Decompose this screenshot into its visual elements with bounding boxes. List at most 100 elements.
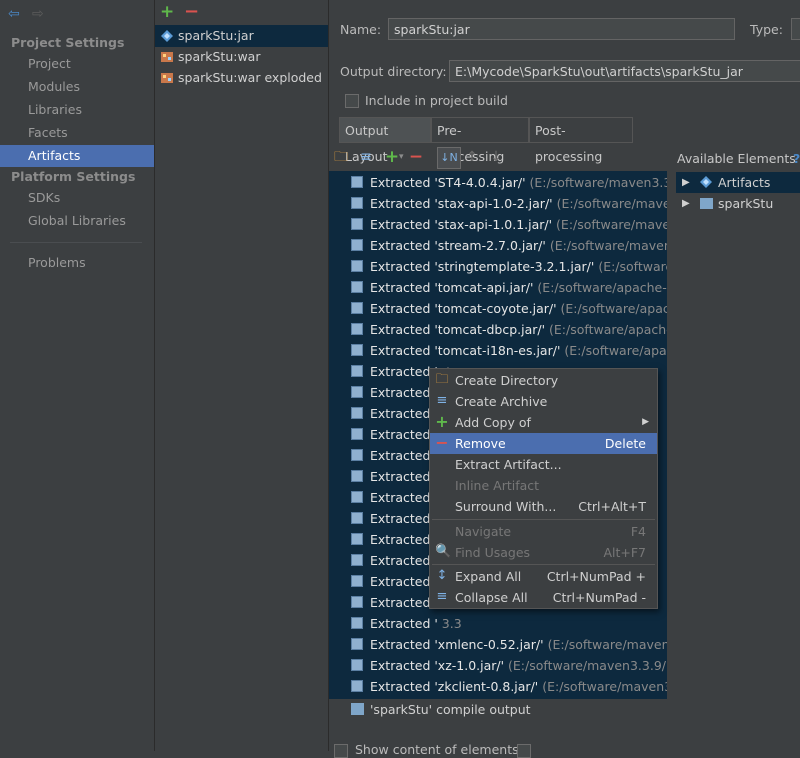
menu-shortcut: F4 — [630, 524, 646, 539]
sidebar-item-problems[interactable]: Problems — [0, 252, 154, 274]
name-field[interactable]: sparkStu:jar — [388, 18, 735, 40]
tree-row-name: Extracted 'ST4-4.0.4.jar/' — [370, 175, 526, 190]
artifact-item-war-exploded[interactable]: sparkStu:war exploded — [155, 67, 328, 89]
sidebar-item-facets[interactable]: Facets — [0, 122, 154, 144]
artifact-label: sparkStu:jar — [178, 28, 254, 43]
extracted-jar-icon — [351, 218, 363, 230]
artifact-item-jar[interactable]: sparkStu:jar — [155, 25, 328, 47]
type-select[interactable] — [791, 18, 800, 40]
sort-elements-icon[interactable]: ↓𝖭 — [437, 147, 461, 169]
back-arrow-icon[interactable]: ⇦ — [8, 6, 20, 22]
include-in-build-checkbox[interactable] — [345, 94, 359, 108]
extracted-jar-icon — [351, 197, 363, 209]
tab-pre-processing[interactable]: Pre-processing — [431, 117, 529, 164]
tree-row-extracted[interactable]: Extracted 'xmlenc-0.52.jar/' (E:/softwar… — [329, 634, 676, 655]
menu-create-directory[interactable]: 🗀 Create Directory — [430, 370, 657, 391]
sidebar-item-modules[interactable]: Modules — [0, 76, 154, 98]
sidebar-item-libraries[interactable]: Libraries — [0, 99, 154, 121]
tree-row-compile-output[interactable]: 'sparkStu' compile output — [329, 699, 676, 720]
tree-row-extracted[interactable]: Extracted 'stax-api-1.0.1.jar/' (E:/soft… — [329, 214, 676, 235]
menu-expand-all[interactable]: ↕ Expand All Ctrl+NumPad + — [430, 566, 657, 587]
add-icon: + — [435, 412, 449, 431]
tree-row-path: (E:/software/apache-to — [560, 301, 676, 316]
sidebar-item-project[interactable]: Project — [0, 53, 154, 75]
output-directory-label: Output directory: — [340, 64, 447, 79]
menu-extract-artifact[interactable]: Extract Artifact... — [430, 454, 657, 475]
name-label: Name: — [340, 22, 382, 37]
menu-create-archive[interactable]: ≡ Create Archive — [430, 391, 657, 412]
available-item-artifacts[interactable]: ▶ Artifacts — [676, 172, 800, 193]
menu-surround-with[interactable]: Surround With... Ctrl+Alt+T — [430, 496, 657, 517]
add-dropdown-icon[interactable]: ▾ — [399, 152, 404, 162]
extracted-jar-icon — [351, 554, 363, 566]
tree-row-name: Extracted ' — [370, 574, 438, 589]
menu-shortcut: Alt+F7 — [603, 545, 646, 560]
menu-label: Remove — [455, 436, 506, 451]
forward-arrow-icon[interactable]: ⇨ — [32, 6, 44, 22]
remove-icon: − — [435, 433, 449, 452]
tree-row-extracted[interactable]: Extracted 'tomcat-dbcp.jar/' (E:/softwar… — [329, 319, 676, 340]
sidebar-item-artifacts[interactable]: Artifacts — [0, 145, 154, 167]
create-archive-icon[interactable]: ≡ — [357, 147, 375, 167]
create-directory-icon[interactable]: 🗀 — [332, 147, 350, 167]
tree-row-extracted[interactable]: Extracted 'stringtemplate-3.2.1.jar/' (E… — [329, 256, 676, 277]
sidebar-item-global-libraries[interactable]: Global Libraries — [0, 210, 154, 232]
tree-row-name: Extracted ' — [370, 448, 438, 463]
settings-sidebar: ⇦ ⇨ Project Settings Project Modules Lib… — [0, 0, 155, 751]
tree-row-extracted[interactable]: Extracted 'tomcat-api.jar/' (E:/software… — [329, 277, 676, 298]
archive-icon: ≡ — [436, 393, 448, 408]
tree-row-path: (E:/software/apache-tom — [549, 322, 676, 337]
tree-row-extracted[interactable]: Extracted 'stream-2.7.0.jar/' (E:/softwa… — [329, 235, 676, 256]
tree-row-name: Extracted 'stream-2.7.0.jar/' — [370, 238, 546, 253]
move-down-icon[interactable]: ↓ — [487, 147, 505, 167]
tree-row-path: (E:/software/maven3.3.9/reposi — [508, 658, 676, 673]
tree-row-name: Extracted ' — [370, 469, 438, 484]
extracted-jar-icon — [351, 260, 363, 272]
tree-row-path: (E:/software/maven3.3.9 — [556, 196, 676, 211]
show-content-label: Show content of elements — [355, 742, 519, 757]
remove-element-icon[interactable]: − — [407, 147, 425, 167]
remove-icon[interactable]: − — [184, 1, 199, 22]
available-item-sparkstu[interactable]: ▶ sparkStu — [676, 193, 800, 214]
extra-checkbox[interactable] — [517, 744, 531, 758]
tree-row-path: (E:/software/maven3.3.9/r — [542, 679, 676, 694]
tree-row-extracted[interactable]: Extracted 'stax-api-1.0-2.jar/' (E:/soft… — [329, 193, 676, 214]
menu-navigate[interactable]: Navigate F4 — [430, 521, 657, 542]
artifact-diamond-icon — [161, 30, 173, 42]
menu-label: Inline Artifact — [455, 478, 540, 493]
output-directory-field[interactable]: E:\Mycode\SparkStu\out\artifacts\sparkSt… — [449, 60, 800, 82]
move-up-icon[interactable]: ↑ — [463, 147, 481, 167]
menu-separator — [432, 519, 655, 520]
extracted-jar-icon — [351, 407, 363, 419]
show-content-checkbox[interactable] — [334, 744, 348, 758]
context-menu: 🗀 Create Directory ≡ Create Archive + Ad… — [429, 368, 658, 609]
artifact-item-war[interactable]: sparkStu:war — [155, 46, 328, 68]
tree-row-extracted[interactable]: Extracted 'zkclient-0.8.jar/' (E:/softwa… — [329, 676, 676, 697]
tree-row-extracted[interactable]: Extracted 'tomcat-i18n-es.jar/' (E:/soft… — [329, 340, 676, 361]
menu-collapse-all[interactable]: ≡ Collapse All Ctrl+NumPad - — [430, 587, 657, 608]
extracted-jar-icon — [351, 281, 363, 293]
expand-arrow-icon[interactable]: ▶ — [682, 193, 690, 214]
menu-find-usages[interactable]: 🔍 Find Usages Alt+F7 — [430, 542, 657, 563]
extracted-jar-icon — [351, 176, 363, 188]
extracted-jar-icon — [351, 659, 363, 671]
tree-row-path: (E:/software/maven3.3.9 — [556, 217, 676, 232]
menu-inline-artifact[interactable]: Inline Artifact — [430, 475, 657, 496]
tree-row-extracted[interactable]: Extracted 'tomcat-coyote.jar/' (E:/softw… — [329, 298, 676, 319]
add-icon[interactable]: + — [160, 2, 174, 22]
menu-label: Collapse All — [455, 590, 528, 605]
tab-output-layout[interactable]: Output Layout — [339, 117, 431, 164]
tree-scrollbar[interactable] — [667, 171, 676, 731]
menu-shortcut: Ctrl+NumPad + — [546, 569, 646, 584]
expand-arrow-icon[interactable]: ▶ — [682, 172, 690, 193]
sidebar-item-sdks[interactable]: SDKs — [0, 187, 154, 209]
tree-row-extracted[interactable]: Extracted 'ST4-4.0.4.jar/' (E:/software/… — [329, 172, 676, 193]
tree-row-extracted[interactable]: Extracted 'xz-1.0.jar/' (E:/software/mav… — [329, 655, 676, 676]
tree-row-name: Extracted 'tomcat-api.jar/' — [370, 280, 534, 295]
tree-row-name: Extracted 'stax-api-1.0-2.jar/' — [370, 196, 553, 211]
help-icon[interactable]: ? — [793, 151, 800, 167]
tab-post-processing[interactable]: Post-processing — [529, 117, 633, 164]
menu-remove[interactable]: − Remove Delete — [430, 433, 657, 454]
menu-add-copy-of[interactable]: + Add Copy of ▶ — [430, 412, 657, 433]
tree-row-extracted[interactable]: Extracted ' 3.3 — [329, 613, 462, 634]
